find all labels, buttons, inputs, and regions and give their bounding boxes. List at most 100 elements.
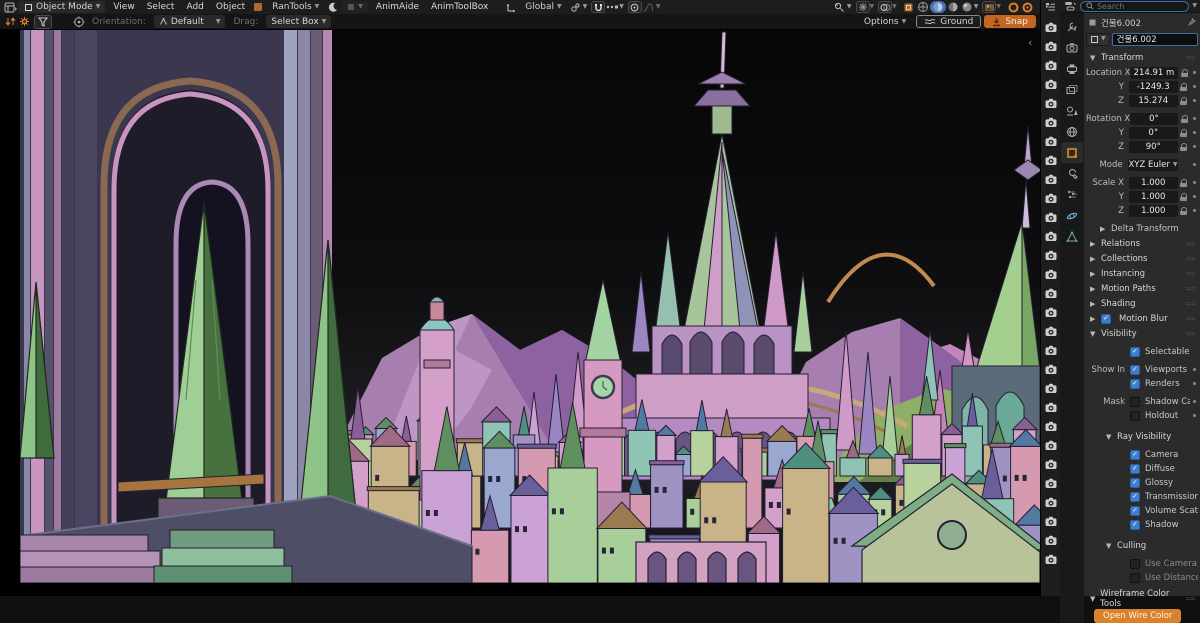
camera-icon[interactable]: [1045, 151, 1057, 170]
scale-x-field[interactable]: 1.000: [1129, 177, 1178, 189]
orientation-default-dropdown[interactable]: Default ▼: [154, 15, 226, 28]
section-shading[interactable]: ▶Shading==: [1086, 296, 1198, 311]
location-x-field[interactable]: 214.91 m: [1130, 67, 1178, 79]
tab-particles[interactable]: [1061, 184, 1083, 205]
ray-transmission-checkbox[interactable]: ✓: [1130, 492, 1140, 502]
gear-icon[interactable]: [17, 16, 31, 28]
animate-dot[interactable]: [1193, 400, 1196, 403]
snap-button[interactable]: Snap: [984, 15, 1036, 28]
search-box[interactable]: [1080, 1, 1189, 12]
animate-dot[interactable]: [1193, 209, 1196, 212]
location-y-field[interactable]: -1249.3: [1129, 81, 1178, 93]
animate-dot[interactable]: [1193, 85, 1196, 88]
options-dropdown[interactable]: Options ▼: [859, 16, 911, 28]
selectable-checkbox[interactable]: ✓: [1130, 347, 1140, 357]
section-collections[interactable]: ▶Collections==: [1086, 251, 1198, 266]
camera-icon[interactable]: [1045, 531, 1057, 550]
section-delta-transform[interactable]: ▶Delta Transform: [1086, 221, 1198, 236]
tab-object[interactable]: [1061, 142, 1083, 163]
ray-shadow-checkbox[interactable]: ✓: [1130, 520, 1140, 530]
lock-icon[interactable]: [1180, 129, 1187, 137]
rantools-menu[interactable]: RanTools ▼: [267, 1, 324, 13]
camera-icon[interactable]: [1045, 208, 1057, 227]
lock-icon[interactable]: [1180, 97, 1187, 105]
section-wireframe-color-tools[interactable]: ▼Wireframe Color Tools==: [1086, 591, 1198, 606]
camera-icon[interactable]: [1045, 550, 1057, 569]
moon-icon[interactable]: [326, 1, 340, 13]
camera-icon[interactable]: [1045, 284, 1057, 303]
animate-dot[interactable]: [1193, 368, 1196, 371]
panel-options-chevron[interactable]: ▼: [1192, 3, 1197, 9]
snap-mode-icon[interactable]: [605, 1, 619, 13]
scale-y-field[interactable]: 1.000: [1129, 191, 1178, 203]
use-camera-cull-checkbox[interactable]: [1130, 559, 1140, 569]
mode-dropdown[interactable]: Object Mode ▼: [19, 1, 105, 13]
gizmos-toggle[interactable]: [856, 1, 870, 13]
camera-icon[interactable]: [1045, 322, 1057, 341]
shading-rendered-button[interactable]: [960, 1, 974, 13]
tab-object-data[interactable]: [1061, 226, 1083, 247]
lock-icon[interactable]: [1180, 83, 1187, 91]
camera-icon[interactable]: [1045, 455, 1057, 474]
addon-orange-icon[interactable]: [251, 1, 265, 13]
menu-add[interactable]: Add: [180, 0, 209, 14]
animate-dot[interactable]: [1193, 163, 1196, 166]
tab-physics[interactable]: [1061, 205, 1083, 226]
camera-icon[interactable]: [1045, 493, 1057, 512]
object-name-field[interactable]: [1112, 33, 1198, 46]
menu-view[interactable]: View: [107, 0, 140, 14]
camera-icon[interactable]: [1045, 265, 1057, 284]
object-type-dropdown[interactable]: ▼: [1086, 33, 1110, 46]
section-relations[interactable]: ▶Relations==: [1086, 236, 1198, 251]
camera-icon[interactable]: [1045, 436, 1057, 455]
camera-icon[interactable]: [1045, 474, 1057, 493]
view-object-types-dropdown[interactable]: [833, 1, 847, 13]
section-transform[interactable]: ▼Transform==: [1086, 50, 1198, 65]
xray-toggle[interactable]: [902, 1, 916, 13]
camera-icon[interactable]: [1045, 132, 1057, 151]
shading-wireframe-button[interactable]: [916, 1, 930, 13]
pin-icon[interactable]: [1187, 18, 1196, 27]
animate-dot[interactable]: [1193, 195, 1196, 198]
section-culling[interactable]: ▼Culling: [1086, 538, 1198, 553]
addon-orange-circle-b[interactable]: [1020, 1, 1034, 13]
camera-icon[interactable]: [1045, 170, 1057, 189]
animate-dot[interactable]: [1193, 181, 1196, 184]
shading-material-button[interactable]: [946, 1, 960, 13]
menu-animtoolbox[interactable]: AnimToolBox: [425, 0, 494, 14]
camera-icon[interactable]: [1045, 56, 1057, 75]
sidebar-collapse-arrow[interactable]: ‹: [1028, 36, 1032, 49]
rotation-y-field[interactable]: 0°: [1129, 127, 1178, 139]
section-motion-blur[interactable]: ▶✓Motion Blur==: [1086, 311, 1198, 326]
camera-icon[interactable]: [1045, 189, 1057, 208]
camera-icon[interactable]: [1045, 360, 1057, 379]
camera-icon[interactable]: [1045, 398, 1057, 417]
ground-toggle[interactable]: Ground: [916, 15, 981, 28]
camera-icon[interactable]: [1045, 37, 1057, 56]
ray-diffuse-checkbox[interactable]: ✓: [1130, 464, 1140, 474]
scale-z-field[interactable]: 1.000: [1129, 205, 1178, 217]
display-filter-dropdown[interactable]: [1063, 0, 1077, 12]
camera-icon[interactable]: [1045, 341, 1057, 360]
sort-toggle-icon[interactable]: [3, 16, 17, 28]
drag-select-box-dropdown[interactable]: Select Box ▼: [266, 15, 331, 28]
search-input[interactable]: [1097, 2, 1183, 11]
tab-tool[interactable]: [1061, 16, 1083, 37]
render-preview-dropdown[interactable]: [982, 1, 996, 13]
section-motion-paths[interactable]: ▶Motion Paths==: [1086, 281, 1198, 296]
camera-icon-strip[interactable]: [1040, 0, 1060, 596]
tab-view-layer[interactable]: [1061, 79, 1083, 100]
open-wire-color-button[interactable]: Open Wire Color: [1094, 609, 1181, 623]
editor-type-dropdown[interactable]: [3, 1, 17, 13]
animate-dot[interactable]: [1193, 131, 1196, 134]
camera-icon[interactable]: [1045, 246, 1057, 265]
active-tool-icon[interactable]: [72, 16, 86, 28]
animate-dot[interactable]: [1193, 414, 1196, 417]
section-ray-visibility[interactable]: ▼Ray Visibility: [1086, 429, 1198, 444]
animate-dot[interactable]: [1193, 117, 1196, 120]
tab-world[interactable]: [1061, 121, 1083, 142]
animate-dot[interactable]: [1193, 71, 1196, 74]
camera-icon[interactable]: [1045, 94, 1057, 113]
viewports-checkbox[interactable]: ✓: [1130, 365, 1140, 375]
overlays-toggle[interactable]: [878, 1, 892, 13]
